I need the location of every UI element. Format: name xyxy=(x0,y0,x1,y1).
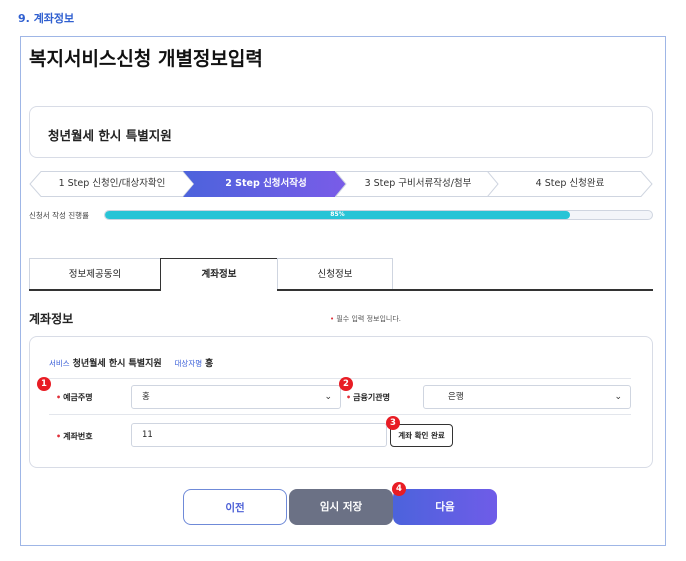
service-label: 서비스 xyxy=(49,359,70,368)
step-indicator: 1 Step 신청인/대상자확인 2 Step 신청서작성 3 Step 구비서… xyxy=(29,171,653,197)
marker-2: 2 xyxy=(339,377,353,391)
account-holder-label-text: 예금주명 xyxy=(63,393,93,402)
step-4: 4 Step 신청완료 xyxy=(487,171,653,197)
section-label: 계좌정보 xyxy=(33,12,75,25)
marker-1: 1 xyxy=(37,377,51,391)
step-3: 3 Step 구비서류작성/첨부 xyxy=(335,171,501,197)
progress-text: 85% xyxy=(330,211,345,218)
temp-save-button[interactable]: 임시 저장 xyxy=(289,489,393,525)
account-number-value: 11 xyxy=(142,430,153,440)
account-holder-label: • 예금주명 xyxy=(56,393,93,402)
chevron-down-icon: ⌄ xyxy=(614,392,622,402)
bank-value: 은행 xyxy=(448,392,464,402)
step-2-label: 2 Step 신청서작성 xyxy=(225,178,307,189)
step-2: 2 Step 신청서작성 xyxy=(183,171,349,197)
bank-select[interactable]: 은행 ⌄ xyxy=(423,385,631,409)
marker-4: 4 xyxy=(392,482,406,496)
bank-label: • 금융기관명 xyxy=(346,393,390,402)
page-title: 복지서비스신청 개별정보입력 xyxy=(29,48,263,70)
step-3-label: 3 Step 구비서류작성/첨부 xyxy=(364,178,472,189)
progress-label: 신청서 작성 진행률 xyxy=(29,211,89,220)
marker-3: 3 xyxy=(386,416,400,430)
form-info-line: 서비스 청년월세 한시 특별지원 대상자명 홍 xyxy=(49,356,223,369)
step-1: 1 Step 신청인/대상자확인 xyxy=(29,171,195,197)
target-value: 홍 xyxy=(205,359,214,369)
tab-account[interactable]: 계좌정보 xyxy=(160,258,278,290)
tab-application[interactable]: 신청정보 xyxy=(277,258,393,290)
chevron-down-icon: ⌄ xyxy=(324,392,332,402)
account-holder-value: 홍 xyxy=(142,392,150,402)
next-button[interactable]: 다음 xyxy=(393,489,497,525)
tab-underline-left xyxy=(29,289,161,291)
required-note: • 필수 입력 정보입니다. xyxy=(330,315,401,323)
target-label: 대상자명 xyxy=(174,359,203,368)
bank-label-text: 금융기관명 xyxy=(353,393,390,402)
account-number-input[interactable]: 11 xyxy=(131,423,387,447)
divider-mid xyxy=(49,414,631,415)
service-value: 청년월세 한시 특별지원 xyxy=(72,359,162,369)
account-confirm-button[interactable]: 계좌 확인 완료 xyxy=(390,424,453,447)
section-number: 9. xyxy=(18,12,30,25)
service-name: 청년월세 한시 특별지원 xyxy=(48,128,172,143)
account-holder-select[interactable]: 홍 ⌄ xyxy=(131,385,341,409)
step-1-label: 1 Step 신청인/대상자확인 xyxy=(58,178,166,189)
progress-bar: 85% xyxy=(104,210,653,220)
form-title: 계좌정보 xyxy=(29,312,74,326)
account-number-label: • 계좌번호 xyxy=(56,432,93,441)
required-note-text: 필수 입력 정보입니다. xyxy=(336,315,401,323)
step-4-label: 4 Step 신청완료 xyxy=(535,178,605,189)
prev-button[interactable]: 이전 xyxy=(183,489,287,525)
tab-underline-right xyxy=(277,289,653,291)
section-heading: 9. 계좌정보 xyxy=(18,10,74,26)
tab-consent[interactable]: 정보제공동의 xyxy=(29,258,161,290)
account-number-label-text: 계좌번호 xyxy=(63,432,93,441)
